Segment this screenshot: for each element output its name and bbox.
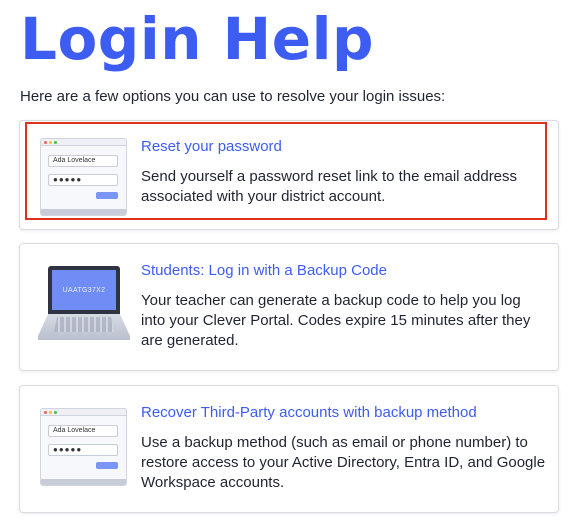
maximize-dot-icon [54,141,57,144]
third-party-recovery-card[interactable]: Ada Lovelace ●●●●● Recover Third-Party a… [19,385,559,513]
backup-code-description: Your teacher can generate a backup code … [141,292,531,349]
browser-footer [41,209,126,215]
close-dot-icon [44,141,47,144]
maximize-dot-icon [54,411,57,414]
minimize-dot-icon [49,411,52,414]
reset-password-description: Send yourself a password reset link to t… [141,168,518,205]
illustration-password-field: ●●●●● [48,174,118,186]
illustration-name-field: Ada Lovelace [48,425,118,437]
browser-footer [41,479,126,485]
laptop-illustration: UAATG37X2 [38,266,130,342]
illustration-name-field: Ada Lovelace [48,155,118,167]
third-party-recovery-description: Use a backup method (such as email or ph… [141,434,546,491]
laptop-keyboard [54,317,114,332]
intro-text: Here are a few options you can use to re… [20,88,446,105]
browser-login-illustration: Ada Lovelace ●●●●● [40,408,127,486]
browser-titlebar [41,409,126,416]
reset-password-card[interactable]: Ada Lovelace ●●●●● Reset your password S… [19,120,559,230]
reset-password-link[interactable]: Reset your password [141,137,546,157]
laptop-screen: UAATG37X2 [48,266,120,314]
browser-titlebar [41,139,126,146]
third-party-recovery-link[interactable]: Recover Third-Party accounts with backup… [141,403,546,423]
browser-login-illustration: Ada Lovelace ●●●●● [40,138,127,216]
close-dot-icon [44,411,47,414]
minimize-dot-icon [49,141,52,144]
backup-code-link[interactable]: Students: Log in with a Backup Code [141,261,546,281]
backup-code-card[interactable]: UAATG37X2 Students: Log in with a Backup… [19,243,559,371]
laptop-screen-code: UAATG37X2 [52,270,116,310]
illustration-submit-button [96,192,118,199]
illustration-password-field: ●●●●● [48,444,118,456]
illustration-submit-button [96,462,118,469]
page-title: Login Help [20,5,374,73]
